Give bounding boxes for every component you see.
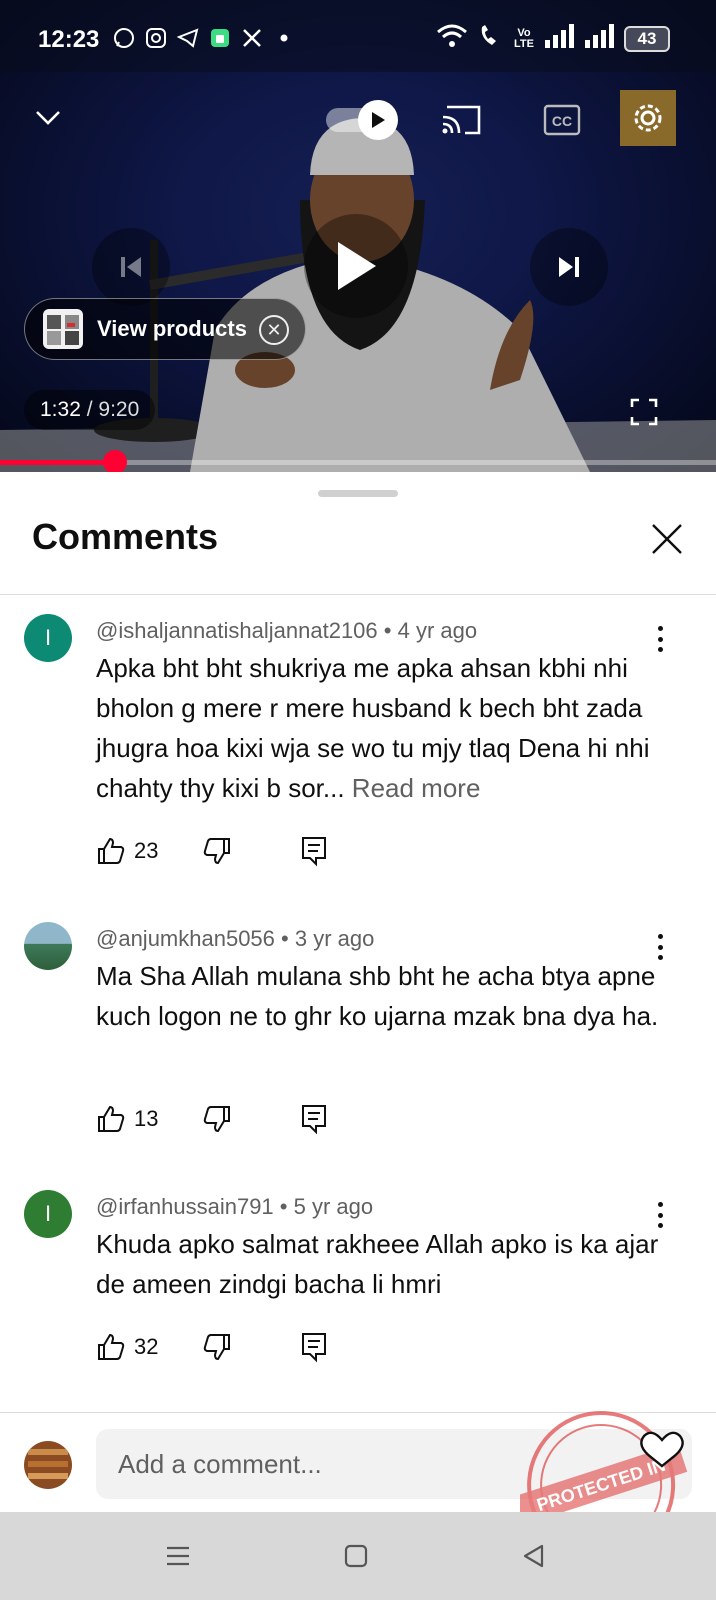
home-nav-icon[interactable]: [336, 1536, 376, 1576]
comment-age: 4 yr ago: [397, 618, 478, 643]
seek-bar[interactable]: [0, 450, 716, 472]
comments-title: Comments: [32, 516, 219, 557]
comment-age: 5 yr ago: [293, 1194, 374, 1219]
meta-separator: •: [273, 1194, 294, 1219]
minimize-chevron-icon[interactable]: [28, 98, 68, 138]
comment-body: Khuda apko salmat rakheee Allah apko is …: [96, 1229, 659, 1299]
seek-bar-scrubber[interactable]: [102, 450, 127, 472]
whatsapp-icon: [112, 26, 136, 50]
fullscreen-icon[interactable]: [626, 394, 662, 430]
app-icon: [208, 26, 232, 50]
meta-separator: •: [274, 926, 295, 951]
dislike-button[interactable]: [202, 1104, 232, 1134]
like-button[interactable]: 23: [96, 836, 158, 866]
battery-indicator: 43: [624, 25, 670, 52]
signal-icon-1: [544, 24, 574, 53]
product-thumbnail: [43, 309, 83, 349]
view-products-label: View products: [97, 316, 247, 341]
time-separator: /: [80, 398, 99, 421]
divider: [0, 594, 716, 595]
comment-text: Ma Sha Allah mulana shb bht he acha btya…: [96, 956, 676, 1036]
thumbs-up-icon: [98, 1333, 125, 1360]
comment-item: I @irfanhussain791 • 5 yr ago Khuda apko…: [0, 1190, 716, 1390]
status-bar: 12:23 Vo LTE 43: [0, 0, 716, 72]
reply-button[interactable]: [300, 835, 328, 867]
comment-item: @anjumkhan5056 • 3 yr ago Ma Sha Allah m…: [0, 922, 716, 1142]
timecode: 1:32 / 9:20: [24, 390, 156, 430]
comment-actions: 13: [96, 1102, 328, 1136]
video-player[interactable]: 12:23 Vo LTE 43 CC View products ✕ 1:32 …: [0, 0, 716, 472]
avatar[interactable]: I: [24, 614, 72, 662]
autoplay-play-icon: [358, 100, 398, 140]
status-time: 12:23: [38, 26, 100, 53]
captions-icon[interactable]: CC: [542, 102, 582, 138]
like-count: 13: [134, 1106, 159, 1131]
thumbs-down-icon: [204, 1106, 231, 1133]
like-button[interactable]: 13: [96, 1104, 158, 1134]
status-right-icons: Vo LTE 43: [436, 24, 670, 53]
meta-separator: •: [377, 618, 398, 643]
svg-text:CC: CC: [552, 113, 572, 129]
play-icon: [338, 242, 376, 290]
dislike-button[interactable]: [202, 1332, 232, 1362]
close-icon[interactable]: [650, 522, 686, 558]
autoplay-toggle[interactable]: [326, 100, 398, 140]
like-button[interactable]: 32: [96, 1332, 158, 1362]
reply-icon: [302, 837, 327, 867]
comment-meta: @ishaljannatishaljannat2106 • 4 yr ago: [96, 618, 477, 644]
close-products-icon[interactable]: ✕: [259, 315, 289, 345]
like-count: 32: [134, 1334, 159, 1359]
volte-icon: Vo LTE: [514, 26, 534, 50]
comment-author[interactable]: @anjumkhan5056: [96, 926, 275, 951]
previous-video-icon[interactable]: [92, 228, 170, 306]
cast-icon[interactable]: [440, 100, 484, 140]
system-navigation-bar: [0, 1512, 716, 1600]
back-nav-icon[interactable]: [514, 1536, 554, 1576]
thumbs-down-icon: [204, 838, 231, 865]
avatar[interactable]: I: [24, 1190, 72, 1238]
signal-icon-2: [584, 24, 614, 53]
comment-text: Apka bht bht shukriya me apka ahsan kbhi…: [96, 648, 676, 808]
x-icon: [240, 26, 264, 50]
notification-icons: [112, 26, 296, 50]
avatar[interactable]: [24, 922, 72, 970]
current-time: 1:32: [40, 398, 81, 421]
read-more-link[interactable]: Read more: [352, 773, 481, 803]
play-pause-button[interactable]: [304, 214, 408, 318]
settings-gear-icon[interactable]: [620, 90, 676, 146]
comments-panel: Comments I @ishaljannatishaljannat2106 •…: [0, 472, 716, 1412]
comment-author[interactable]: @ishaljannatishaljannat2106: [96, 618, 378, 643]
instagram-icon: [144, 26, 168, 50]
comment-age: 3 yr ago: [294, 926, 375, 951]
view-products-chip[interactable]: View products ✕: [24, 298, 306, 360]
telegram-icon: [176, 26, 200, 50]
seek-bar-played: [0, 460, 115, 465]
next-video-icon[interactable]: [530, 228, 608, 306]
drag-handle[interactable]: [318, 490, 398, 497]
comment-actions: 32: [96, 1330, 328, 1364]
menu-nav-icon[interactable]: [158, 1536, 198, 1576]
comment-actions: 23: [96, 834, 328, 868]
thumbs-up-icon: [98, 1105, 125, 1132]
wifi-icon: [436, 24, 468, 53]
dot-icon: [272, 26, 296, 50]
thumbs-down-icon: [204, 1334, 231, 1361]
like-count: 23: [134, 838, 159, 863]
reply-button[interactable]: [300, 1103, 328, 1135]
thumbs-up-icon: [98, 837, 125, 864]
duration: 9:20: [98, 398, 140, 421]
dislike-button[interactable]: [202, 836, 232, 866]
reply-button[interactable]: [300, 1331, 328, 1363]
comment-body: Ma Sha Allah mulana shb bht he acha btya…: [96, 961, 659, 1031]
reply-icon: [302, 1333, 327, 1363]
comment-meta: @anjumkhan5056 • 3 yr ago: [96, 926, 374, 952]
wifi-calling-icon: [478, 24, 504, 53]
reply-icon: [302, 1105, 327, 1135]
comment-item: I @ishaljannatishaljannat2106 • 4 yr ago…: [0, 614, 716, 884]
comment-text: Khuda apko salmat rakheee Allah apko is …: [96, 1224, 676, 1304]
comment-author[interactable]: @irfanhussain791: [96, 1194, 274, 1219]
comment-meta: @irfanhussain791 • 5 yr ago: [96, 1194, 373, 1220]
user-avatar[interactable]: [24, 1441, 72, 1489]
